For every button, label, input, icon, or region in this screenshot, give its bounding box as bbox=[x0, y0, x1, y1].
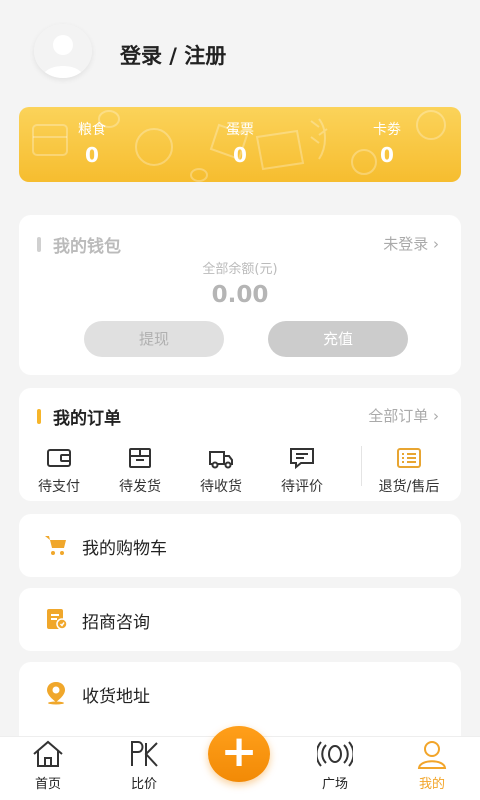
order-after-sales[interactable]: 退货/售后 bbox=[368, 446, 450, 496]
divider bbox=[361, 446, 362, 486]
order-pending-review-label: 待评价 bbox=[281, 479, 323, 495]
user-icon bbox=[417, 741, 447, 769]
menu-investment-consult[interactable]: 招商咨询 bbox=[19, 588, 461, 651]
wallet-icon bbox=[47, 449, 71, 467]
truck-icon bbox=[209, 451, 233, 469]
menu-investment-consult-label: 招商咨询 bbox=[82, 613, 150, 633]
section-bar bbox=[37, 409, 41, 424]
menu-shipping-address-label: 收货地址 bbox=[82, 687, 150, 707]
points-egg-ticket[interactable]: 蛋票 0 bbox=[200, 119, 280, 167]
package-icon bbox=[129, 448, 151, 468]
pk-icon bbox=[131, 741, 158, 767]
avatar-placeholder-icon bbox=[34, 24, 92, 78]
login-register-link[interactable]: 登录 / 注册 bbox=[120, 40, 226, 70]
avatar[interactable] bbox=[34, 24, 92, 78]
points-grain-value: 0 bbox=[85, 143, 99, 167]
points-egg-ticket-label: 蛋票 bbox=[226, 122, 254, 138]
broadcast-icon bbox=[317, 741, 353, 767]
balance-label: 全部余额(元) bbox=[202, 262, 278, 277]
document-icon bbox=[47, 609, 68, 630]
wallet-title-text: 我的钱包 bbox=[53, 237, 121, 257]
tab-compare[interactable]: 比价 bbox=[109, 739, 179, 792]
tab-mine[interactable]: 我的 bbox=[397, 739, 467, 792]
menu-shopping-cart[interactable]: 我的购物车 bbox=[19, 514, 461, 577]
order-after-sales-label: 退货/售后 bbox=[378, 479, 440, 495]
orders-title: 我的订单 bbox=[37, 404, 121, 429]
points-coupon[interactable]: 卡劵 0 bbox=[347, 119, 427, 167]
order-pending-shipment-label: 待发货 bbox=[119, 479, 161, 495]
tab-square-label: 广场 bbox=[321, 777, 348, 792]
tab-square[interactable]: 广场 bbox=[300, 739, 370, 792]
profile-header: 登录 / 注册 bbox=[0, 0, 480, 105]
tab-mine-label: 我的 bbox=[418, 777, 445, 792]
balance-value: 0.00 bbox=[211, 282, 269, 308]
points-egg-ticket-value: 0 bbox=[233, 143, 247, 167]
points-banner: 粮食 0 蛋票 0 卡劵 0 bbox=[19, 107, 461, 182]
points-grain-label: 粮食 bbox=[78, 122, 106, 138]
points-grain[interactable]: 粮食 0 bbox=[52, 119, 132, 167]
order-pending-review[interactable]: 待评价 bbox=[262, 446, 342, 496]
points-coupon-value: 0 bbox=[380, 143, 394, 167]
points-coupon-label: 卡劵 bbox=[373, 122, 401, 138]
home-icon bbox=[33, 740, 63, 767]
menu-shopping-cart-label: 我的购物车 bbox=[82, 539, 167, 559]
return-list-icon bbox=[397, 448, 421, 468]
section-bar bbox=[37, 237, 41, 252]
wallet-title: 我的钱包 bbox=[37, 232, 121, 257]
wallet-card: 我的钱包 未登录 › 全部余额(元) 0.00 提现 充值 bbox=[19, 215, 461, 375]
withdraw-button[interactable]: 提现 bbox=[84, 321, 224, 357]
all-orders-link[interactable]: 全部订单 › bbox=[368, 405, 439, 426]
location-icon bbox=[47, 682, 65, 705]
tab-home-label: 首页 bbox=[34, 777, 61, 792]
order-pending-shipment[interactable]: 待发货 bbox=[100, 446, 180, 496]
order-pending-payment-label: 待支付 bbox=[38, 479, 80, 495]
comment-icon bbox=[290, 448, 314, 470]
order-pending-payment[interactable]: 待支付 bbox=[19, 446, 99, 496]
order-pending-receipt[interactable]: 待收货 bbox=[181, 446, 261, 496]
order-pending-receipt-label: 待收货 bbox=[200, 479, 242, 495]
tab-home[interactable]: 首页 bbox=[13, 739, 83, 792]
tab-compare-label: 比价 bbox=[130, 777, 157, 792]
wallet-login-status[interactable]: 未登录 › bbox=[383, 233, 439, 254]
cart-icon bbox=[45, 536, 66, 555]
publish-plus-button[interactable]: + bbox=[208, 726, 270, 782]
orders-card: 我的订单 全部订单 › 待支付 待发货 待收货 待评价 退货/售后 bbox=[19, 388, 461, 501]
recharge-button[interactable]: 充值 bbox=[268, 321, 408, 357]
orders-title-text: 我的订单 bbox=[53, 409, 121, 429]
